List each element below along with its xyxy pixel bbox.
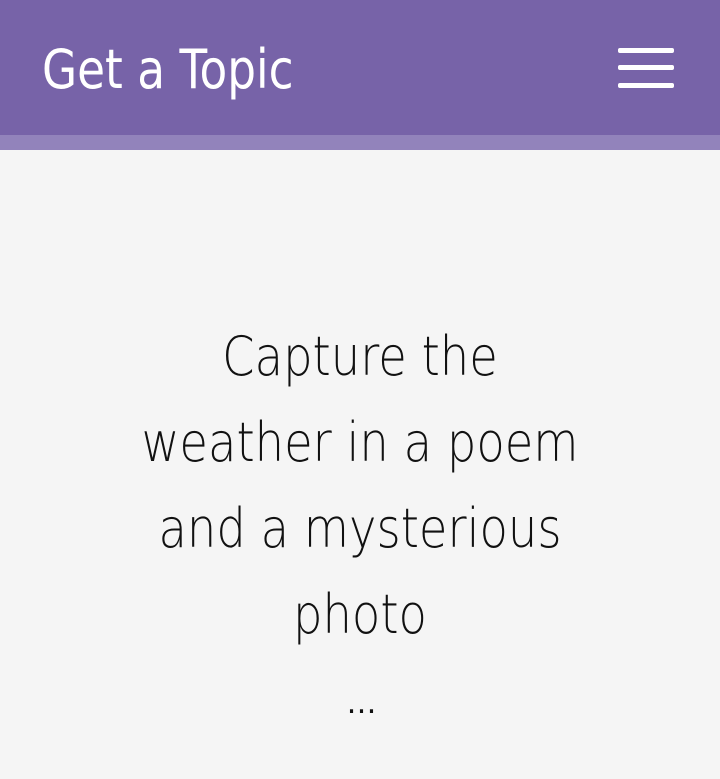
menu-icon-line-top (618, 48, 674, 53)
menu-icon-line-bottom (618, 83, 674, 88)
app-bar: Get a Topic (0, 0, 720, 135)
app-bar-shadow (0, 135, 720, 150)
app-title: Get a Topic (42, 38, 294, 101)
ellipsis-indicator: … (346, 686, 377, 721)
menu-icon-line-middle (618, 65, 674, 70)
menu-button[interactable] (606, 38, 686, 98)
get-topic-screen: Get a Topic Capture the weather in a poe… (0, 0, 720, 779)
hamburger-menu-icon (618, 45, 674, 91)
topic-text: Capture the weather in a poem and a myst… (141, 325, 579, 646)
